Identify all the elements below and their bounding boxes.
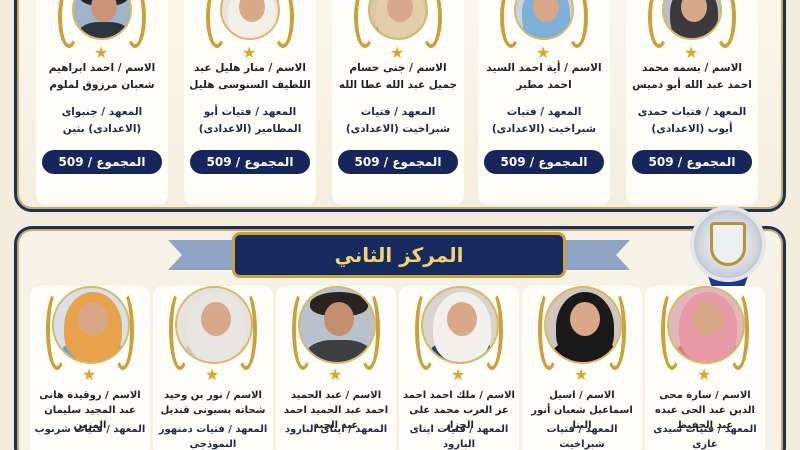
student-photo xyxy=(544,286,622,364)
portrait-frame: ★ xyxy=(409,286,509,384)
student-institute: المعهد / فتيات أبو المطامير (الاعدادى) xyxy=(198,106,302,135)
student-card-5: ★ الاسم / احمد ابراهيم شعبان مرزوق لملوم… xyxy=(36,0,168,205)
student-photo xyxy=(368,0,428,40)
portrait-frame: ★ xyxy=(200,0,300,62)
student-photo xyxy=(220,0,280,40)
star-icon: ★ xyxy=(94,43,109,62)
student-photo xyxy=(298,286,376,364)
student-photo xyxy=(72,0,132,40)
student-name: الاسم / روقيدة هانى عبد المجيد سليمان ال… xyxy=(39,390,141,431)
star-icon: ★ xyxy=(536,43,551,62)
student-card-6: ★ الاسم / سارة محى الدين عبد الحى عبده ع… xyxy=(645,286,765,450)
student-institute: المعهد / ايتاى البارود xyxy=(284,424,388,435)
star-icon: ★ xyxy=(328,365,343,384)
student-card-2: ★ الاسم / أية احمد السيد احمد مطير المعه… xyxy=(478,0,610,205)
portrait-frame: ★ xyxy=(40,286,140,384)
student-card-3: ★ الاسم / جنى حسام جميل عبد الله عطا الل… xyxy=(332,0,464,205)
star-icon: ★ xyxy=(242,43,257,62)
student-name: الاسم / عبد الحميد احمد عبد الحميد احمد … xyxy=(283,390,389,431)
portrait-frame: ★ xyxy=(532,286,632,384)
student-institute: المعهد / فتيات دمنهور النموذجى xyxy=(158,424,268,450)
shield-icon xyxy=(710,222,746,266)
total-score-badge: المجموع / 509 xyxy=(190,150,310,174)
student-name: الاسم / ملك احمد احمد عز العرب محمد على … xyxy=(403,390,515,431)
student-institute: المعهد / فتيات شبراخيت (الاعدادى) xyxy=(345,106,451,135)
portrait-frame: ★ xyxy=(655,286,755,384)
student-photo xyxy=(667,286,745,364)
star-icon: ★ xyxy=(205,365,220,384)
student-photo xyxy=(662,0,722,40)
total-score-badge: المجموع / 509 xyxy=(632,150,752,174)
section-title-banner: المركز الثاني xyxy=(232,232,566,278)
student-name: الاسم / سارة محى الدين عبد الحى عبده عبد… xyxy=(655,390,755,431)
student-card-9: ★ الاسم / عبد الحميد احمد عبد الحميد احم… xyxy=(276,286,396,450)
student-name: الاسم / بسمه محمد احمد عبد الله أبو دميس xyxy=(632,62,752,91)
total-score-badge: المجموع / 509 xyxy=(338,150,458,174)
student-photo xyxy=(175,286,253,364)
student-institute: المعهد / فتيات حمدى أيوب (الاعدادى) xyxy=(637,106,747,135)
student-card-1: ★ الاسم / بسمه محمد احمد عبد الله أبو دم… xyxy=(626,0,758,205)
portrait-frame: ★ xyxy=(642,0,742,62)
medal-icon xyxy=(690,206,766,282)
portrait-frame: ★ xyxy=(494,0,594,62)
student-name: الاسم / اسيل اسماعيل شعبان أنور البنا xyxy=(531,390,633,431)
student-card-4: ★ الاسم / منار هليل عبد اللطيف السنوسى ه… xyxy=(184,0,316,205)
student-photo xyxy=(421,286,499,364)
star-icon: ★ xyxy=(451,365,466,384)
student-institute: المعهد / فتيات شرنوب xyxy=(34,424,146,435)
student-card-10: ★ الاسم / نور بن وحيد شحاته بسيونى قنديل… xyxy=(153,286,273,450)
student-name: الاسم / احمد ابراهيم شعبان مرزوق لملوم xyxy=(48,62,156,91)
student-institute: المعهد / فتيات ايتاى البارود xyxy=(409,424,509,450)
student-photo xyxy=(514,0,574,40)
student-institute: المعهد / فتيات شبراخيت (الاعدادى) xyxy=(491,106,597,135)
student-card-7: ★ الاسم / اسيل اسماعيل شعبان أنور البنا … xyxy=(522,286,642,450)
student-card-11: ★ الاسم / روقيدة هانى عبد المجيد سليمان … xyxy=(30,286,150,450)
student-name: الاسم / منار هليل عبد اللطيف السنوسى هلي… xyxy=(189,62,311,91)
student-institute: المعهد / فتيات شبراخيت xyxy=(546,424,618,450)
star-icon: ★ xyxy=(390,43,405,62)
student-photo xyxy=(52,286,130,364)
total-score-badge: المجموع / 509 xyxy=(484,150,604,174)
portrait-frame: ★ xyxy=(52,0,152,62)
star-icon: ★ xyxy=(697,365,712,384)
student-name: الاسم / أية احمد السيد احمد مطير xyxy=(486,62,602,91)
student-name: الاسم / نور بن وحيد شحاته بسيونى قنديل xyxy=(160,390,266,416)
star-icon: ★ xyxy=(82,365,97,384)
star-icon: ★ xyxy=(684,43,699,62)
star-icon: ★ xyxy=(574,365,589,384)
total-score-badge: المجموع / 509 xyxy=(42,150,162,174)
student-institute: المعهد / فتيات سيدى غازى xyxy=(653,424,757,450)
portrait-frame: ★ xyxy=(348,0,448,62)
student-card-8: ★ الاسم / ملك احمد احمد عز العرب محمد عل… xyxy=(399,286,519,450)
portrait-frame: ★ xyxy=(286,286,386,384)
portrait-frame: ★ xyxy=(163,286,263,384)
student-name: الاسم / جنى حسام جميل عبد الله عطا الله xyxy=(338,62,458,91)
student-institute: المعهد / جنبواى (الاعدادى) بنين xyxy=(61,106,143,135)
